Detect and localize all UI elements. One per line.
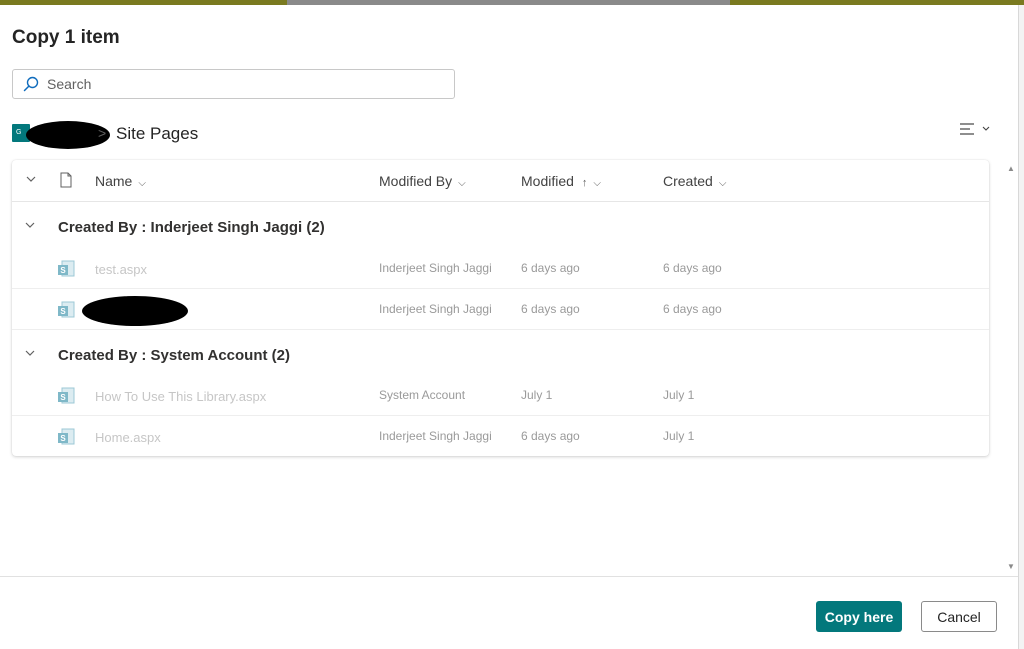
list-row[interactable]: S test.aspx Inderjeet Singh Jaggi 6 days… bbox=[12, 248, 989, 289]
cancel-button[interactable]: Cancel bbox=[921, 601, 997, 632]
document-icon bbox=[60, 172, 72, 188]
row-created: 6 days ago bbox=[663, 261, 722, 275]
row-created: July 1 bbox=[663, 388, 695, 402]
dialog-footer: Copy here Cancel bbox=[0, 576, 1018, 649]
chevron-down-icon: ⌵ bbox=[138, 178, 146, 189]
sort-ascending-icon: ↑ bbox=[581, 177, 588, 189]
row-file-name[interactable]: How To Use This Library.aspx bbox=[95, 389, 266, 404]
row-file-name[interactable]: test.aspx bbox=[95, 262, 147, 277]
sharepoint-page-icon: S bbox=[58, 301, 75, 318]
svg-text:S: S bbox=[60, 307, 66, 316]
row-created: 6 days ago bbox=[663, 302, 722, 316]
list-row[interactable]: S Home.aspx Inderjeet Singh Jaggi 6 days… bbox=[12, 416, 989, 457]
chevron-down-icon[interactable] bbox=[24, 347, 36, 359]
collapse-all-icon[interactable] bbox=[24, 172, 38, 186]
view-options-button[interactable] bbox=[956, 118, 996, 140]
chevron-down-icon: ⌵ bbox=[718, 178, 727, 189]
redacted-file-name bbox=[82, 296, 188, 326]
background-page-edge bbox=[1018, 5, 1024, 649]
row-modified-by: Inderjeet Singh Jaggi bbox=[379, 261, 492, 275]
sharepoint-page-icon: S bbox=[58, 387, 75, 404]
breadcrumb: G > Site Pages bbox=[12, 117, 612, 151]
chevron-down-icon: ⌵ bbox=[593, 178, 601, 189]
file-list: Name ⌵ Modified By ⌵ Modified ↑ ⌵ Created ⌵ … bbox=[12, 160, 989, 456]
row-modified-by: Inderjeet Singh Jaggi bbox=[379, 429, 492, 443]
row-modified-by: Inderjeet Singh Jaggi bbox=[379, 302, 492, 316]
scroll-up-arrow-icon[interactable]: ▲ bbox=[1007, 164, 1015, 173]
svg-text:S: S bbox=[60, 393, 66, 402]
copy-dialog: Copy 1 item G > Site Pages bbox=[0, 5, 1018, 649]
row-created: July 1 bbox=[663, 429, 695, 443]
view-options-icon bbox=[960, 123, 990, 135]
vertical-scrollbar[interactable]: ▲ ▼ bbox=[1004, 160, 1018, 575]
row-modified: 6 days ago bbox=[521, 302, 580, 316]
sharepoint-page-icon: S bbox=[58, 260, 75, 277]
svg-text:S: S bbox=[60, 434, 66, 443]
group-label: Created By : System Account (2) bbox=[58, 347, 291, 364]
search-icon bbox=[23, 76, 39, 92]
dialog-title: Copy 1 item bbox=[12, 27, 120, 48]
column-header-name[interactable]: Name ⌵ bbox=[95, 173, 146, 189]
search-input[interactable] bbox=[47, 74, 447, 94]
scroll-down-arrow-icon[interactable]: ▼ bbox=[1007, 562, 1015, 571]
list-row[interactable]: S How To Use This Library.aspx System Ac… bbox=[12, 375, 989, 416]
row-modified-by: System Account bbox=[379, 388, 466, 402]
breadcrumb-current-folder[interactable]: Site Pages bbox=[116, 124, 198, 144]
group-label: Created By : Inderjeet Singh Jaggi (2) bbox=[58, 219, 325, 236]
column-header-modified[interactable]: Modified ↑ ⌵ bbox=[521, 173, 601, 189]
chevron-down-icon: ⌵ bbox=[458, 178, 466, 189]
search-box[interactable] bbox=[12, 69, 455, 99]
chevron-down-icon[interactable] bbox=[24, 219, 36, 231]
row-modified: 6 days ago bbox=[521, 261, 580, 275]
group-header[interactable]: Created By : System Account (2) bbox=[12, 332, 989, 376]
copy-here-button[interactable]: Copy here bbox=[816, 601, 902, 632]
sharepoint-page-icon: S bbox=[58, 428, 75, 445]
group-header[interactable]: Created By : Inderjeet Singh Jaggi (2) bbox=[12, 204, 989, 248]
row-file-name[interactable]: Home.aspx bbox=[95, 430, 161, 445]
row-modified: July 1 bbox=[521, 388, 553, 402]
column-header-created[interactable]: Created ⌵ bbox=[663, 173, 726, 189]
row-modified: 6 days ago bbox=[521, 429, 580, 443]
breadcrumb-separator: > bbox=[98, 125, 107, 141]
svg-text:S: S bbox=[60, 266, 66, 275]
column-header-modified-by[interactable]: Modified By ⌵ bbox=[379, 173, 466, 189]
list-row[interactable]: S Inderjeet Singh Jaggi 6 days ago 6 day… bbox=[12, 289, 989, 330]
list-header: Name ⌵ Modified By ⌵ Modified ↑ ⌵ Created ⌵ bbox=[12, 160, 989, 202]
